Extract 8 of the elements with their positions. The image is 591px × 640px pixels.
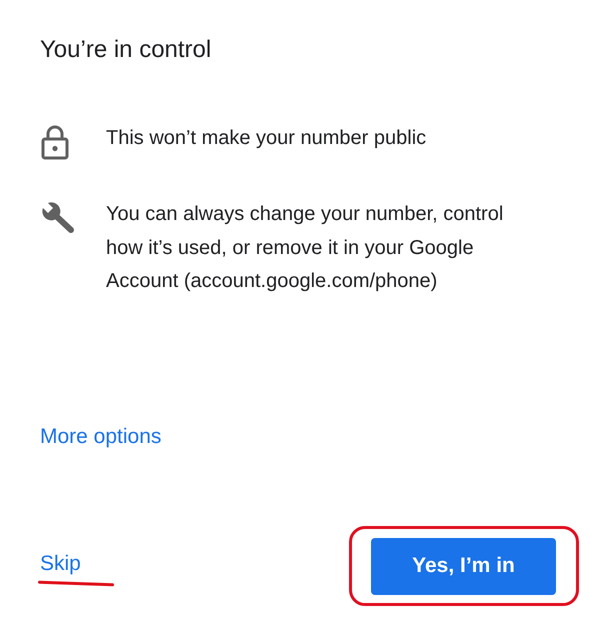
more-options-link[interactable]: More options: [40, 424, 162, 448]
info-text: This won’t make your number public: [106, 126, 428, 151]
lock-icon: [40, 124, 70, 160]
info-text: You can always change your number, control how it’s used, or remove it in your Google Account (account.google.com/phone): [106, 202, 504, 294]
confirm-button[interactable]: Yes, I’m in: [371, 538, 556, 594]
wrench-icon: [40, 200, 74, 234]
skip-link[interactable]: Skip: [40, 552, 81, 574]
dialog-title: You’re in control: [40, 35, 212, 65]
